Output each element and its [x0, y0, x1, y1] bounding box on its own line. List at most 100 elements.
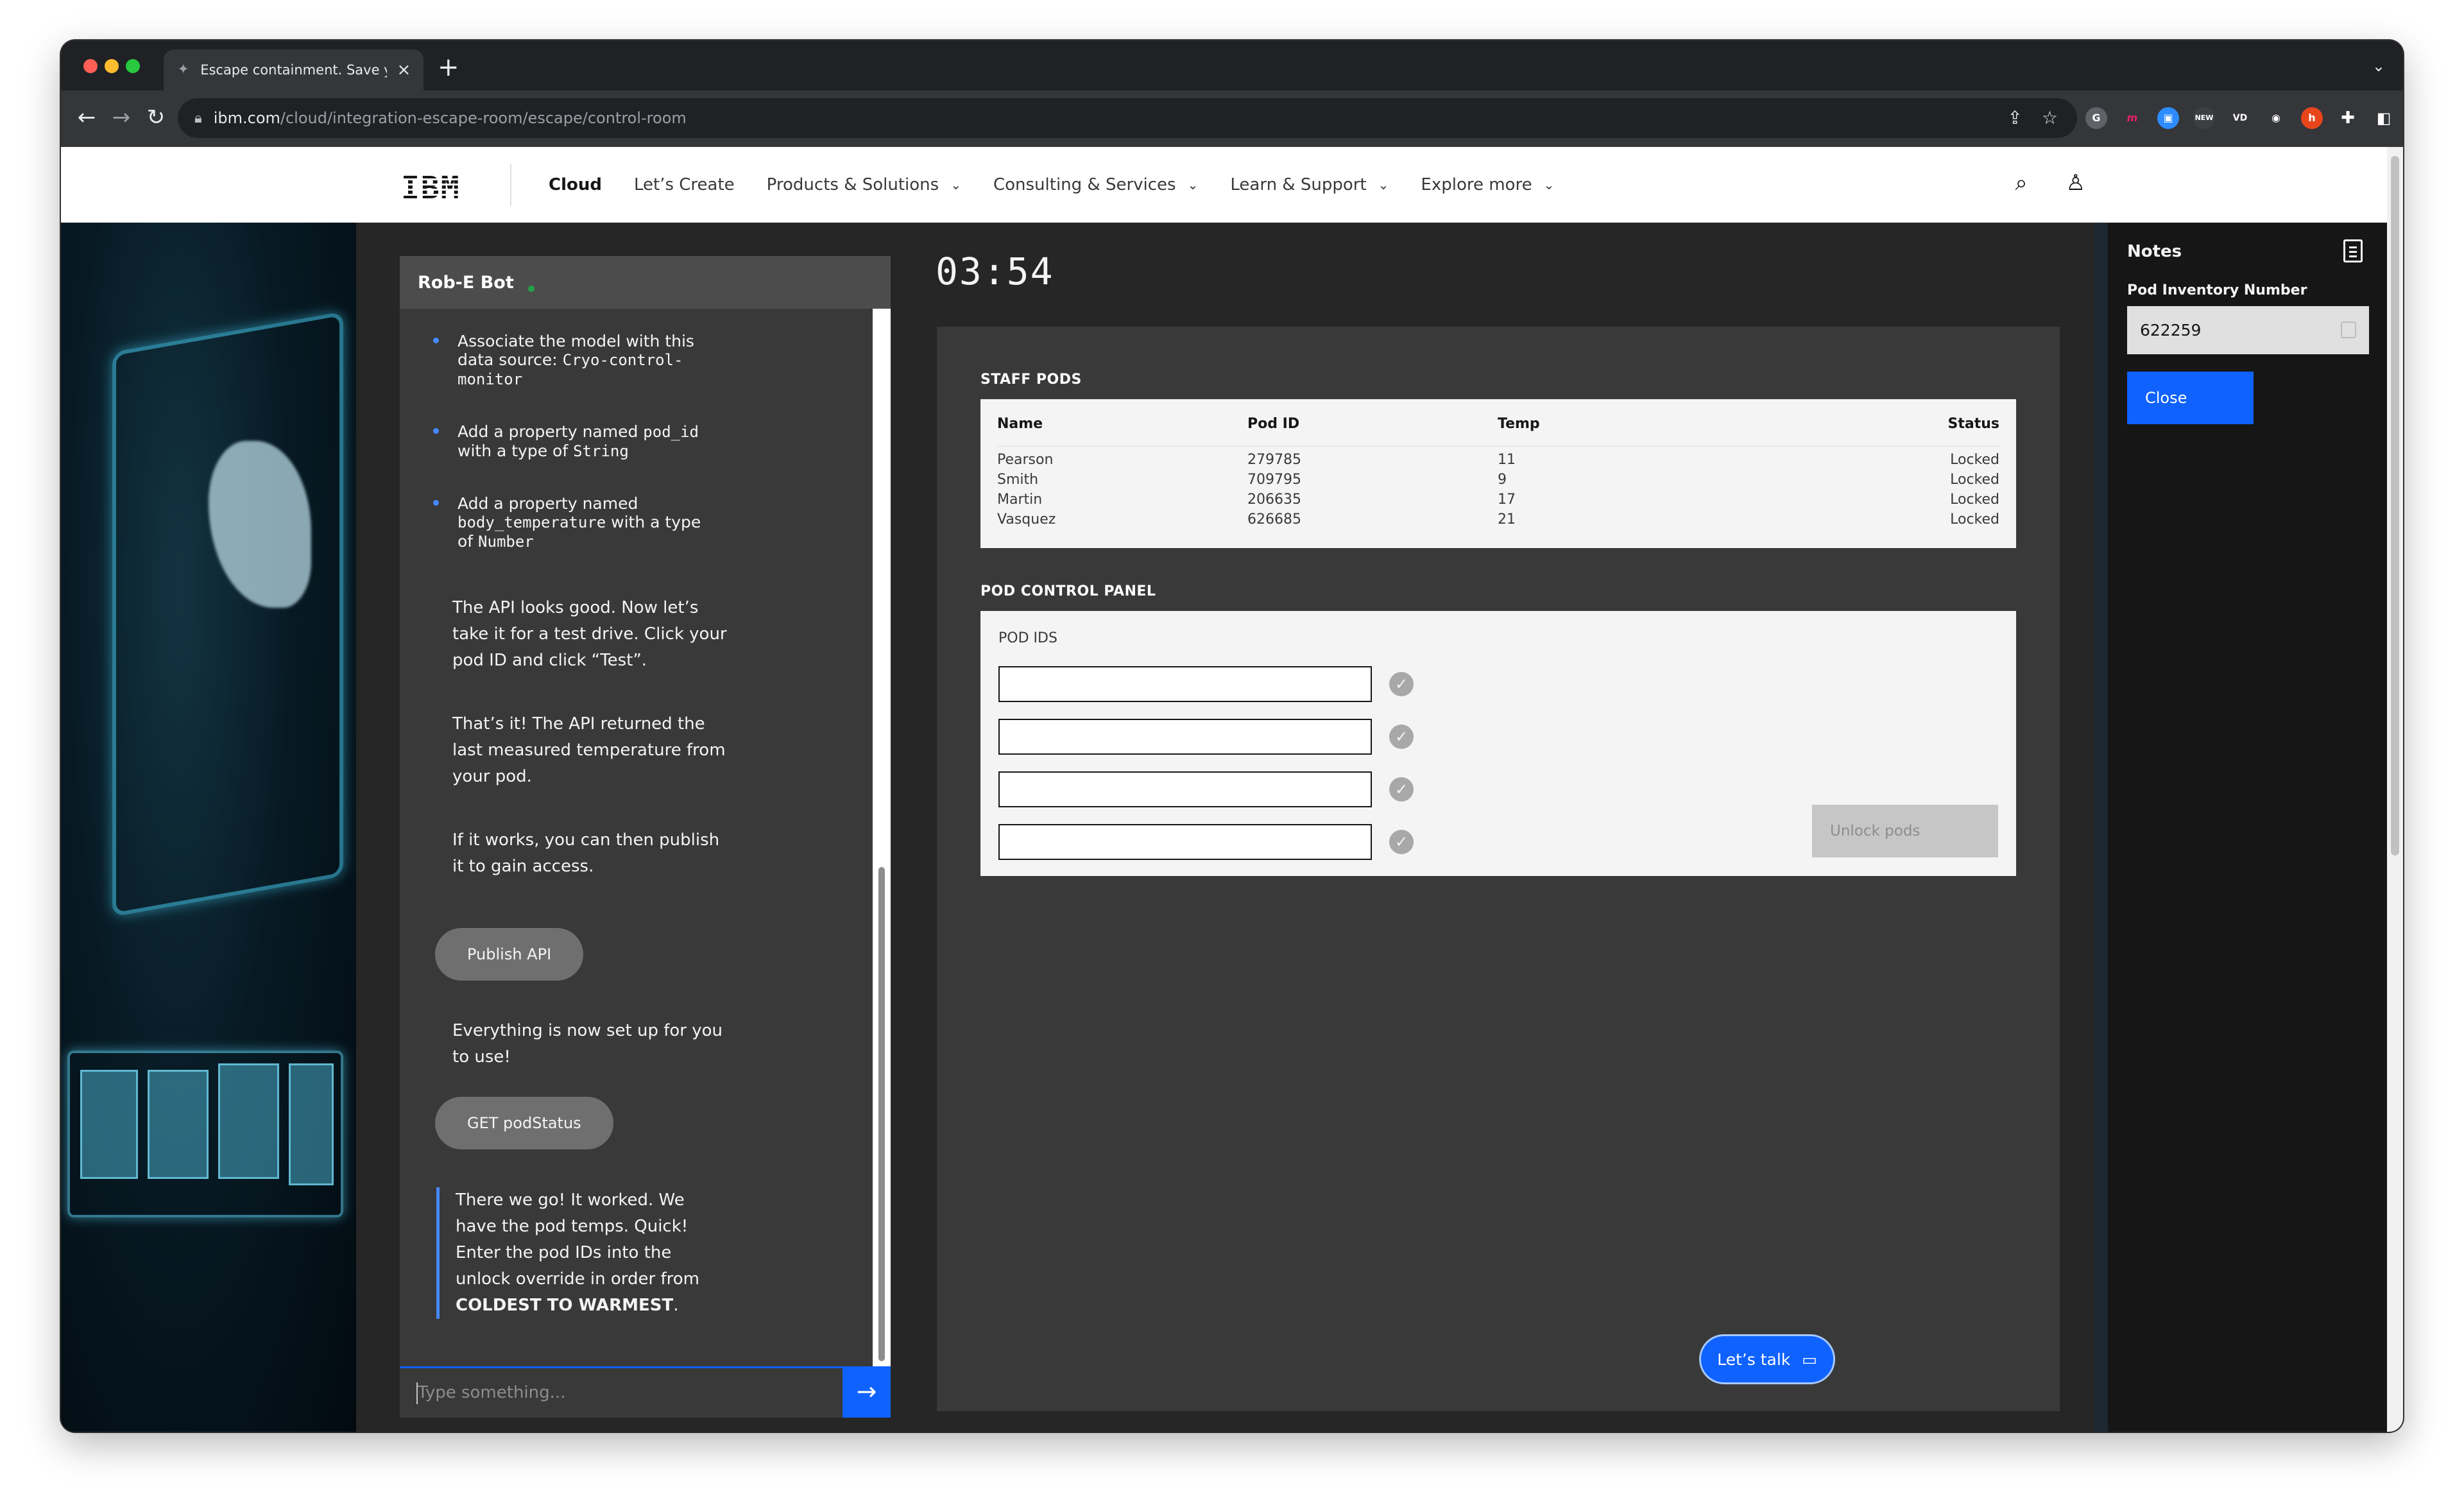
chat-message: The API looks good. Now let’s take it fo… — [452, 598, 727, 670]
tab-title: Escape containment. Save you — [200, 62, 387, 78]
unlock-pods-button[interactable]: Unlock pods — [1812, 805, 1998, 857]
get-pod-status-button[interactable]: GET podStatus — [435, 1097, 613, 1149]
pod-id-input-3[interactable] — [998, 771, 1372, 807]
address-bar[interactable]: 🔒︎ ibm.com/cloud/integration-escape-room… — [178, 98, 2077, 138]
search-icon[interactable]: ⌕ — [2015, 170, 2027, 196]
back-arrow-icon[interactable]: ← — [74, 105, 99, 130]
chat-scrollbar-thumb[interactable] — [878, 867, 885, 1361]
instruction-code: String — [573, 442, 629, 460]
hologram-cell — [218, 1063, 279, 1179]
vd-extension-icon[interactable]: VD — [2229, 107, 2251, 129]
nav-item-consulting-services[interactable]: Consulting & Services ⌄ — [993, 175, 1198, 194]
nav-item-label: Products & Solutions — [766, 175, 939, 194]
copy-icon[interactable] — [2341, 322, 2356, 338]
column-header-name: Name — [997, 416, 1043, 432]
reload-icon[interactable]: ↻ — [143, 105, 169, 130]
close-window-button[interactable] — [83, 59, 98, 73]
tab-search-chevron-icon[interactable]: ⌄ — [2372, 57, 2385, 75]
minimize-window-button[interactable] — [105, 59, 119, 73]
extension-g-icon[interactable]: G — [2085, 107, 2107, 129]
chat-input[interactable]: Type something... — [400, 1366, 843, 1418]
notes-panel: Notes Pod Inventory Number 622259 Close — [2108, 223, 2387, 1432]
extension-m-icon[interactable]: m — [2121, 107, 2143, 129]
pod-inventory-value: 622259 — [2140, 321, 2202, 339]
message-emphasis: COLDEST TO WARMEST — [456, 1296, 674, 1315]
honey-extension-icon[interactable]: h — [2301, 107, 2323, 129]
chat-message: That’s it! The API returned the last mea… — [452, 714, 726, 786]
staff-pods-title: STAFF PODS — [980, 372, 1082, 388]
nav-item-lets-create[interactable]: Let’s Create — [634, 175, 735, 194]
notes-document-icon[interactable] — [2343, 239, 2363, 262]
zoom-extension-icon[interactable]: ▣ — [2157, 107, 2179, 129]
bot-name: Rob-E Bot — [418, 272, 514, 293]
share-icon[interactable]: ⇪ — [2007, 107, 2022, 128]
bookmark-star-icon[interactable]: ☆ — [2042, 107, 2058, 128]
nav-item-products-solutions[interactable]: Products & Solutions ⌄ — [767, 175, 961, 194]
pod-name-cell: Smith — [997, 472, 1039, 488]
chat-bubble-icon: ▭ — [1802, 1350, 1817, 1369]
browser-window: ✦ Escape containment. Save you × + ⌄ ← →… — [61, 40, 2403, 1432]
nav-item-label: Let’s Create — [633, 175, 735, 194]
chevron-down-icon: ⌄ — [950, 177, 961, 193]
chat-messages[interactable]: Associate the model with this data sourc… — [400, 309, 891, 1366]
nav-menu: Cloud Let’s Create Products & Solutions ⌄… — [549, 147, 1554, 223]
new-tab-button[interactable]: + — [438, 55, 459, 80]
chat-scrollbar[interactable] — [873, 309, 891, 1366]
chat-message-latest: There we go! It worked. We have the pod … — [436, 1187, 719, 1319]
column-header-pod-id: Pod ID — [1247, 416, 1300, 432]
eye-extension-icon[interactable]: ◉ — [2265, 107, 2287, 129]
nav-item-cloud[interactable]: Cloud — [549, 175, 602, 194]
online-status-dot — [527, 286, 535, 292]
pod-id-input-4[interactable] — [998, 824, 1372, 860]
pod-status-cell: Locked — [1950, 511, 1999, 528]
pod-inventory-field[interactable]: 622259 — [2127, 306, 2369, 354]
pod-status-cell: Locked — [1950, 472, 1999, 488]
pod-id-cell[interactable]: 206635 — [1247, 490, 1301, 510]
page-scrollbar[interactable] — [2387, 147, 2403, 1432]
extensions-puzzle-icon[interactable]: ✚ — [2337, 107, 2359, 129]
page-scrollbar-thumb[interactable] — [2391, 156, 2399, 855]
nav-item-label: Learn & Support — [1230, 175, 1367, 194]
pod-temp-cell: 21 — [1498, 511, 1516, 528]
notes-divider — [2094, 223, 2108, 1432]
url-text[interactable]: ibm.com/cloud/integration-escape-room/es… — [214, 109, 687, 127]
checkmark-icon: ✓ — [1389, 830, 1414, 854]
pod-status-cell: Locked — [1950, 452, 1999, 468]
close-tab-icon[interactable]: × — [396, 60, 412, 80]
nav-item-learn-support[interactable]: Learn & Support ⌄ — [1230, 175, 1389, 194]
header-divider — [997, 446, 1999, 447]
pod-temp-cell: 17 — [1498, 492, 1516, 508]
pod-status-cell: Locked — [1950, 492, 1999, 508]
lock-icon[interactable]: 🔒︎ — [194, 110, 202, 126]
new-extension-icon[interactable]: NEW — [2193, 107, 2215, 129]
nav-divider — [510, 164, 511, 206]
send-arrow-icon[interactable]: → — [843, 1366, 891, 1418]
lets-talk-button[interactable]: Let’s talk ▭ — [1699, 1334, 1835, 1384]
instruction-text: with a type of — [458, 442, 574, 460]
nav-item-explore-more[interactable]: Explore more ⌄ — [1421, 175, 1554, 194]
pod-temp-cell: 11 — [1498, 452, 1516, 468]
publish-api-button[interactable]: Publish API — [435, 928, 584, 981]
user-profile-icon[interactable]: ♙ — [2066, 170, 2085, 196]
checkmark-icon: ✓ — [1389, 777, 1414, 802]
notes-title: Notes — [2127, 242, 2182, 261]
pod-control-panel: POD IDS ✓ ✓ ✓ ✓ Unlock pods — [980, 611, 2016, 876]
forward-arrow-icon[interactable]: → — [108, 105, 134, 130]
instruction-code: pod_id — [643, 423, 699, 441]
message-text: There we go! It worked. We have the pod … — [456, 1190, 699, 1289]
pod-id-input-1[interactable] — [998, 666, 1372, 702]
side-panel-icon[interactable]: ◧ — [2373, 107, 2395, 129]
maximize-window-button[interactable] — [126, 59, 140, 73]
pod-inventory-label: Pod Inventory Number — [2127, 282, 2307, 298]
pod-name-cell: Pearson — [997, 452, 1054, 468]
pod-id-input-2[interactable] — [998, 719, 1372, 755]
close-notes-button[interactable]: Close — [2127, 372, 2254, 424]
ibm-logo[interactable]: IBM — [401, 170, 461, 206]
pod-id-cell[interactable]: 279785 — [1247, 450, 1301, 470]
chat-message: Everything is now set up for you to use! — [452, 1021, 723, 1067]
instruction-list: Associate the model with this data sourc… — [433, 332, 714, 585]
pod-id-cell[interactable]: 709795 — [1247, 470, 1301, 490]
hologram-frame — [112, 311, 343, 917]
pod-id-cell[interactable]: 626685 — [1247, 510, 1301, 529]
browser-tab[interactable]: ✦ Escape containment. Save you × — [164, 49, 424, 90]
